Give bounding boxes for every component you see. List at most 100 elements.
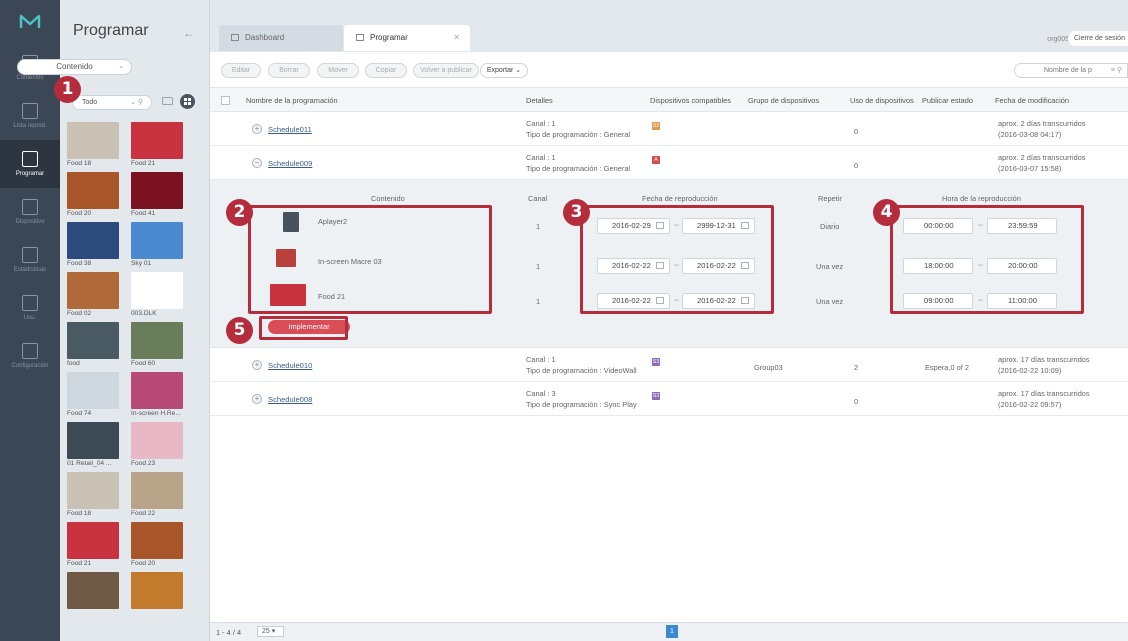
tab-dashboard-label: Dashboard — [245, 33, 285, 42]
nav-item-label: Dispositivo — [15, 219, 45, 225]
gear-icon — [22, 343, 38, 359]
library-thumbnail[interactable]: Food 21 — [67, 522, 119, 572]
library-thumbnail[interactable]: Food 18 — [67, 122, 119, 172]
content-type-select[interactable]: Contenido ⌄ — [17, 59, 132, 75]
schedule-name-link[interactable]: Schedule008 — [268, 395, 312, 404]
nav-item-2[interactable]: Programar — [0, 140, 60, 188]
expand-toggle-icon[interactable]: + — [252, 394, 262, 404]
app-logo[interactable] — [0, 0, 60, 44]
table-row[interactable]: + Schedule011 Canal : 1 Tipo de programació… — [210, 112, 1128, 146]
col-group[interactable]: Grupo de dispositivos — [748, 96, 819, 105]
library-thumbnail[interactable]: Food 20 — [67, 172, 119, 222]
grid-view-icon[interactable] — [180, 94, 195, 109]
calendar-icon — [356, 34, 364, 41]
library-thumbnail[interactable]: Food 23 — [131, 422, 183, 472]
library-thumbnail[interactable]: Food 20 — [131, 522, 183, 572]
tab-dashboard[interactable]: Dashboard — [219, 25, 343, 51]
library-thumbnail[interactable]: Food 38 — [67, 222, 119, 272]
thumbnail-caption: Sky 01 — [131, 260, 152, 267]
callout-1: 1 — [54, 76, 81, 103]
expand-toggle-icon[interactable]: + — [252, 124, 262, 134]
logo-icon — [19, 14, 41, 28]
row-usage: 2 — [854, 363, 859, 372]
detail-repeat: Una vez — [816, 297, 844, 306]
row-modified-date: (2016-02-22 09:57) — [998, 400, 1062, 409]
detail-header-dates: Fecha de reproducción — [642, 194, 718, 203]
nav-item-4[interactable]: Estadísticas — [0, 236, 60, 284]
nav-item-3[interactable]: Dispositivo — [0, 188, 60, 236]
col-devices[interactable]: Dispositivos compatibles — [650, 96, 731, 105]
close-tab-icon[interactable]: ✕ — [453, 25, 460, 51]
library-filter-select[interactable]: Todo ⌄ ⚲ — [72, 95, 152, 110]
table-row[interactable]: + Schedule008 Canal : 3 Tipo de programació… — [210, 382, 1128, 416]
page-size-select[interactable]: 25 ▾ — [257, 626, 284, 637]
export-button[interactable]: Exportar ⌄ — [480, 63, 528, 78]
col-name[interactable]: Nombre de la programación — [246, 96, 338, 105]
thumbnail-image — [67, 572, 119, 609]
row-type: Tipo de programación : VideoWall — [526, 366, 637, 375]
copy-button[interactable]: Copiar — [365, 63, 407, 78]
tab-programar[interactable]: Programar ✕ — [344, 25, 470, 51]
library-thumbnail[interactable]: Food 74 — [67, 372, 119, 422]
expand-toggle-icon[interactable]: − — [252, 158, 262, 168]
thumbnail-caption: Food 20 — [67, 210, 92, 217]
library-thumbnail[interactable]: 01 Retail_04 ... — [67, 422, 119, 472]
nav-item-5[interactable]: Usu. — [0, 284, 60, 332]
col-modified[interactable]: Fecha de modificación — [995, 96, 1069, 105]
playlist-icon — [22, 103, 38, 119]
detail-header-content: Contenido — [371, 194, 405, 203]
page-number-button[interactable]: 1 — [666, 625, 678, 638]
table-row[interactable]: + Schedule010 Canal : 1 Tipo de programació… — [210, 348, 1128, 382]
row-type: Tipo de programación : Sync Play — [526, 400, 637, 409]
library-thumbnail[interactable]: Food 02 — [67, 272, 119, 322]
thumbnail-caption: 01 Retail_04 ... — [67, 460, 112, 467]
search-input[interactable]: Nombre de la p ≡ ⚲ — [1014, 63, 1128, 78]
nav-item-1[interactable]: Lista reprod. — [0, 92, 60, 140]
edit-button[interactable]: Editar — [221, 63, 261, 78]
row-modified: aprox. 17 días transcurridos — [998, 389, 1090, 398]
expand-toggle-icon[interactable]: + — [252, 360, 262, 370]
library-thumbnail[interactable]: Food 21 — [131, 122, 183, 172]
library-thumbnail[interactable]: Sky 01 — [131, 222, 183, 272]
library-thumbnail[interactable]: Food 19 — [131, 572, 183, 610]
delete-button[interactable]: Borrar — [268, 63, 310, 78]
detail-repeat: Una vez — [816, 262, 844, 271]
nav-item-label: Estadísticas — [13, 267, 47, 273]
folder-icon[interactable] — [162, 97, 173, 105]
library-thumbnail[interactable]: In-screen H.Re... — [131, 372, 183, 422]
detail-channel: 1 — [536, 297, 541, 306]
nav-item-6[interactable]: Configuración — [0, 332, 60, 380]
schedule-name-link[interactable]: Schedule011 — [268, 125, 312, 134]
search-icon[interactable]: ≡ ⚲ — [1111, 64, 1122, 77]
library-thumbnail[interactable]: Food 41 — [131, 172, 183, 222]
library-thumbnail[interactable]: food — [67, 322, 119, 372]
nav-item-label: Configuración — [11, 363, 49, 369]
table-header: Nombre de la programación Detalles Dispo… — [210, 88, 1128, 112]
col-usage[interactable]: Uso de dispositivos — [850, 96, 914, 105]
col-details[interactable]: Detalles — [526, 96, 553, 105]
republish-button[interactable]: Volver a publicar — [413, 63, 479, 78]
thumbnail-image — [67, 122, 119, 159]
library-thumbnail[interactable]: Food 16 — [67, 572, 119, 610]
library-thumbnail-grid: Food 18 Food 21 Food 20 Food 41 Food 38 Sky 0… — [67, 122, 205, 610]
schedule-name-link[interactable]: Schedule010 — [268, 361, 312, 370]
thumbnail-caption: Food 60 — [131, 360, 156, 367]
move-button[interactable]: Mover — [317, 63, 359, 78]
row-usage: 0 — [854, 127, 859, 136]
schedule-name-link[interactable]: Schedule009 — [268, 159, 312, 168]
logout-button[interactable]: Cierre de sesión — [1068, 31, 1128, 46]
library-thumbnail[interactable]: Food 22 — [131, 472, 183, 522]
row-channel: Canal : 1 — [526, 355, 556, 364]
row-group: Group03 — [754, 363, 783, 372]
list-icon — [231, 34, 239, 41]
collapse-arrow-icon[interactable]: ← — [183, 26, 195, 40]
callout-2: 2 — [226, 199, 253, 226]
thumbnail-image — [67, 372, 119, 409]
col-status[interactable]: Publicar estado — [922, 96, 973, 105]
library-thumbnail[interactable]: Food 60 — [131, 322, 183, 372]
library-thumbnail[interactable]: Food 18 — [67, 472, 119, 522]
tab-bar: Dashboard Programar ✕ org005a Cierre de … — [210, 0, 1128, 52]
table-row[interactable]: − Schedule009 Canal : 1 Tipo de programació… — [210, 146, 1128, 180]
library-thumbnail[interactable]: 003.DLK — [131, 272, 183, 322]
select-all-checkbox[interactable] — [221, 96, 230, 105]
